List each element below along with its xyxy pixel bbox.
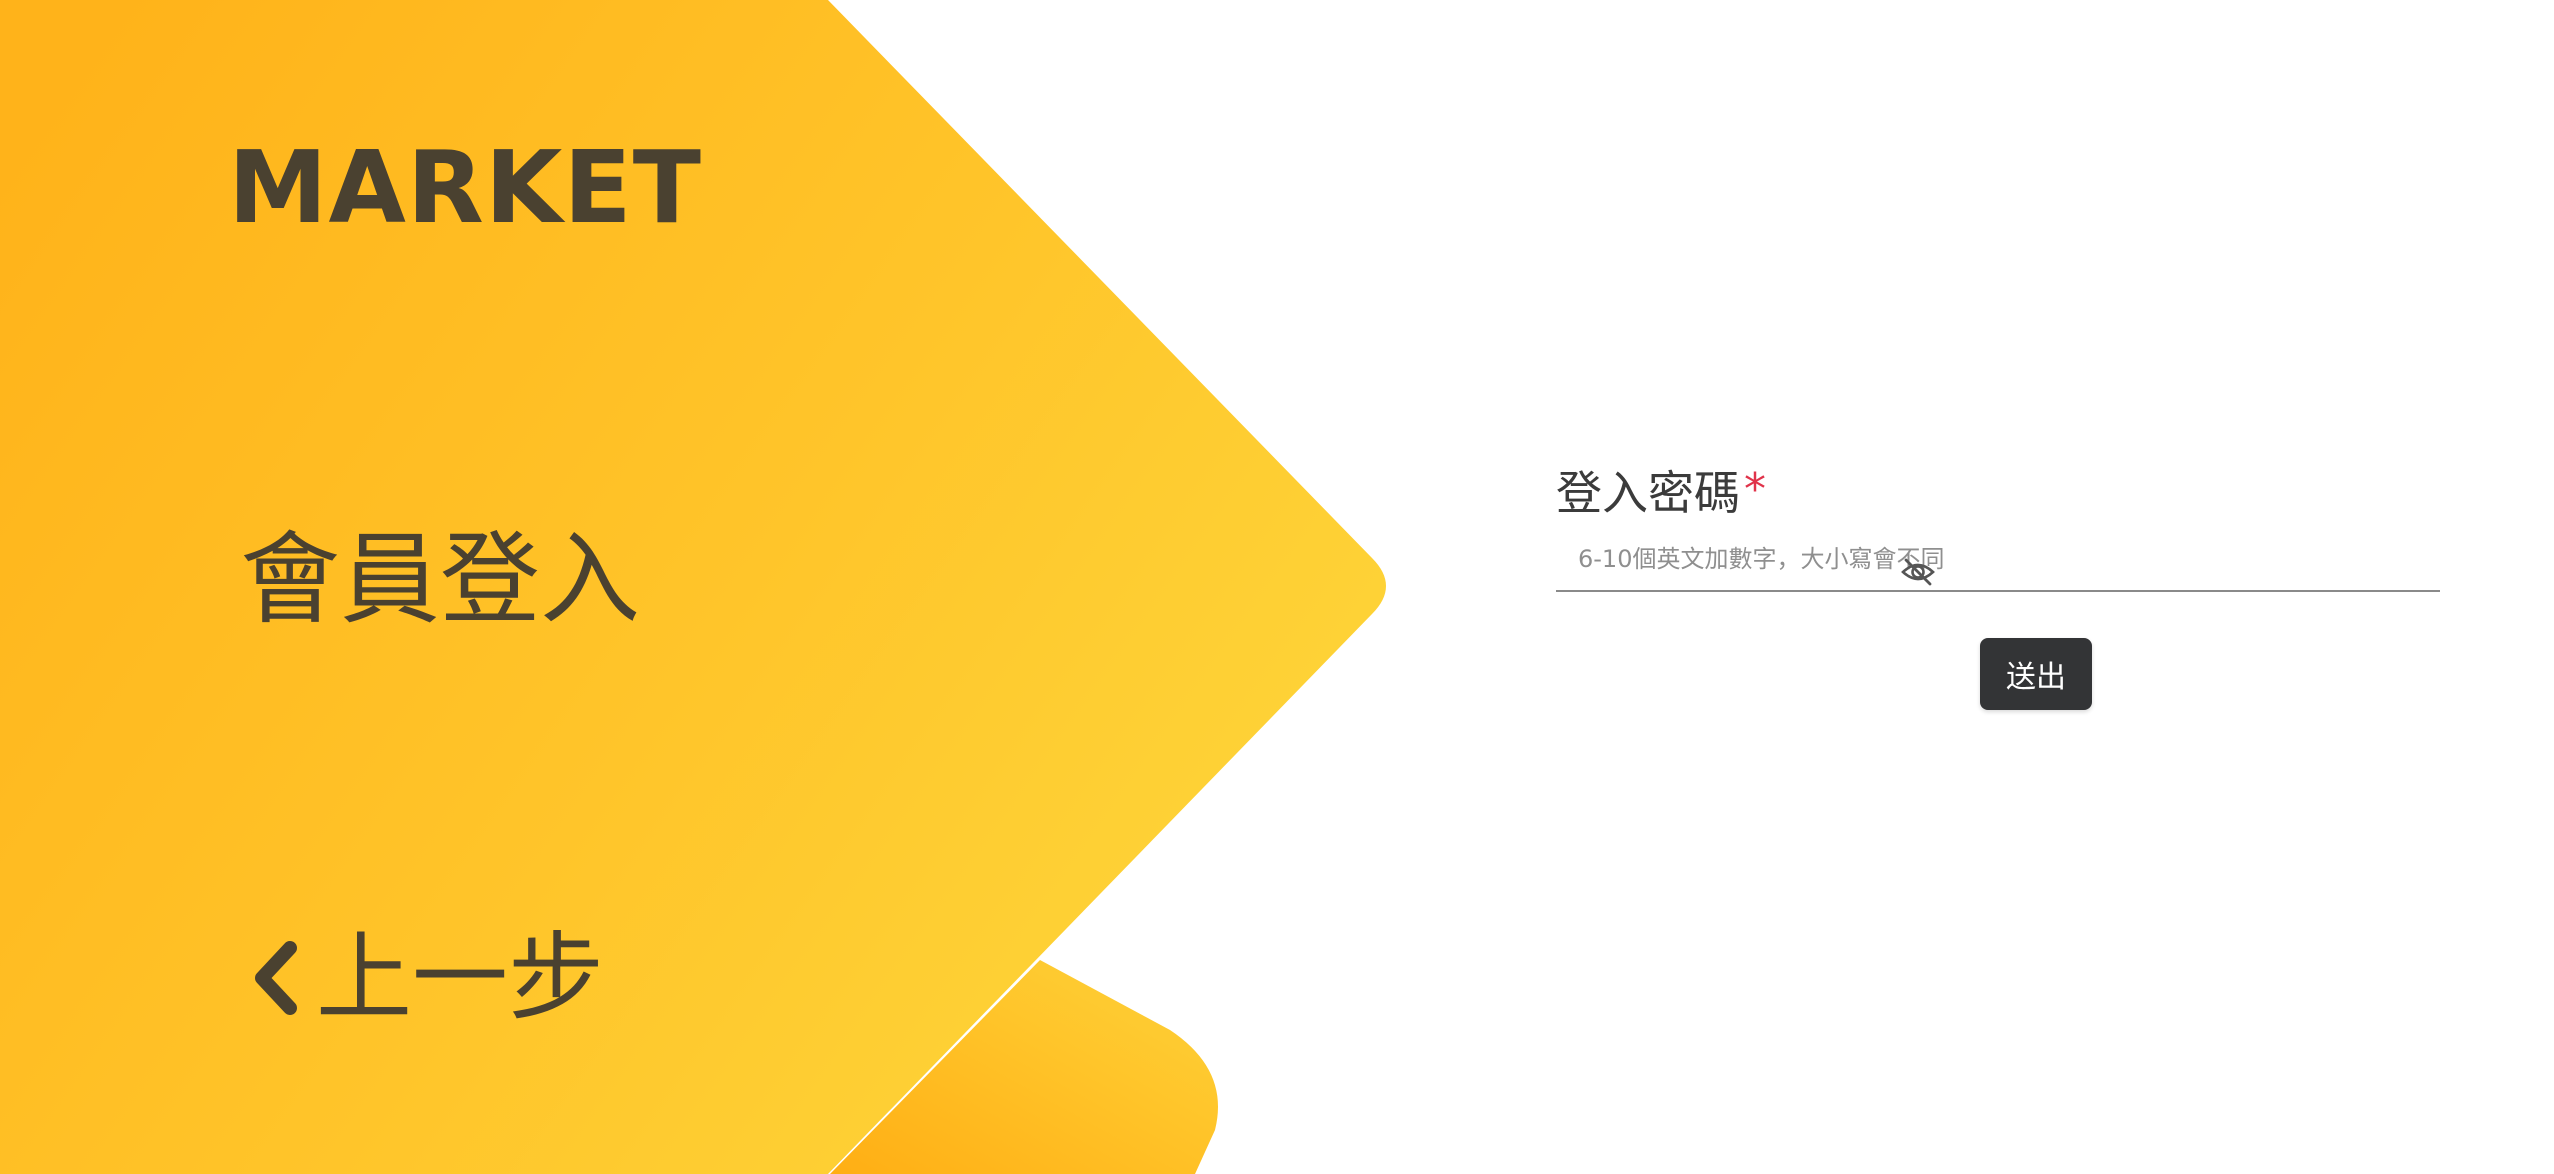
eye-off-icon[interactable] [1900,554,1936,590]
back-link-label: 上一步 [316,922,604,1034]
submit-button[interactable]: 送出 [1980,638,2092,710]
login-form: 登入密碼 * [1556,464,2496,592]
password-input-wrapper [1556,530,2440,592]
login-page: MARKET 會員登入 上一步 登入密碼 * 送出 [0,0,2554,1174]
brand-logo: MARKET [228,129,702,246]
back-link[interactable]: 上一步 [250,930,604,1026]
required-marker: * [1744,464,1766,515]
password-field-label: 登入密碼 * [1556,464,2496,520]
page-title: 會員登入 [240,521,640,638]
chevron-left-icon [255,941,297,1015]
password-input[interactable] [1556,530,2426,588]
password-label-text: 登入密碼 [1556,466,1740,520]
